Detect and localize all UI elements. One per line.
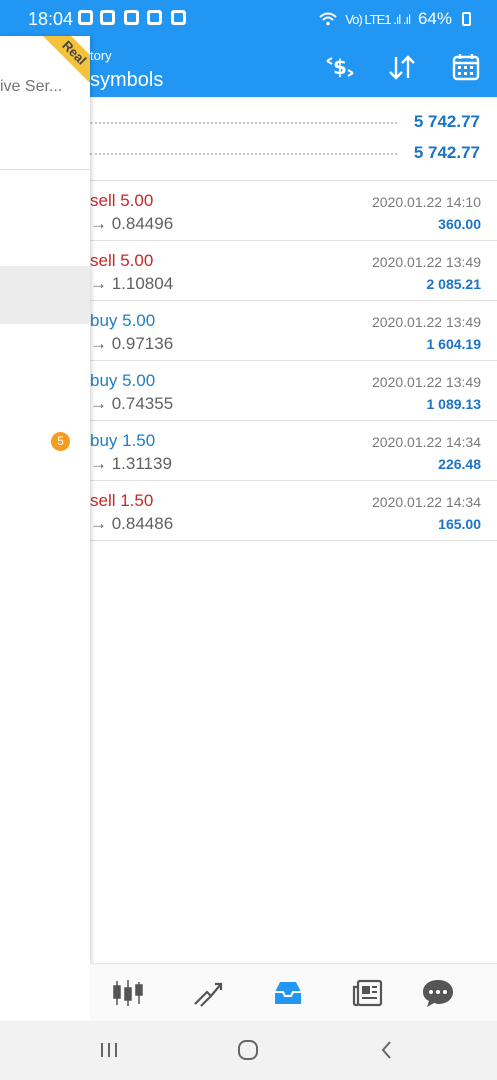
summary-row: 5 742.77: [90, 139, 487, 169]
home-icon[interactable]: [233, 1037, 263, 1063]
notification-icon: [78, 10, 93, 25]
deal-row[interactable]: buy 5.00 → 0.74355 2020.01.22 13:49 1 08…: [90, 361, 497, 421]
deal-row[interactable]: sell 5.00 → 0.84496 2020.01.22 14:10 360…: [90, 181, 497, 241]
deal-profit: 1 089.13: [426, 396, 482, 412]
deal-profit: 226.48: [438, 456, 481, 472]
deal-type: sell 5.00: [90, 251, 154, 270]
deal-price: → 1.31139: [90, 454, 172, 473]
svg-text:$: $: [333, 55, 347, 79]
deal-profit: 2 085.21: [426, 276, 482, 292]
deal-type: buy 5.00: [90, 311, 156, 330]
charts-icon[interactable]: [190, 976, 226, 1010]
history-inbox-icon[interactable]: [270, 976, 306, 1010]
navigation-drawer: ive Ser... Real 5: [0, 36, 90, 1021]
chat-icon[interactable]: [420, 976, 456, 1010]
system-navigation-bar: [0, 1021, 497, 1080]
deal-price: → 0.84496: [90, 214, 174, 233]
drawer-item-selected[interactable]: [0, 266, 90, 324]
news-icon[interactable]: [350, 976, 386, 1010]
battery-percent: 64%: [417, 9, 452, 28]
summary-value: 5 742.77: [413, 143, 480, 162]
toolbar-subtitle: tory: [90, 48, 112, 63]
dotted-leader: [90, 153, 397, 155]
deal-row[interactable]: buy 1.50 → 1.31139 2020.01.22 14:34 226.…: [90, 421, 497, 481]
deal-row[interactable]: sell 1.50 → 0.84486 2020.01.22 14:34 165…: [90, 481, 497, 541]
drawer-header[interactable]: ive Ser... Real: [0, 36, 90, 170]
deal-date: 2020.01.22 14:10: [372, 194, 481, 210]
status-bar: 18:04 Vo) LTE1 .ıl .ıl 64%: [0, 0, 497, 36]
quotes-icon[interactable]: [110, 976, 146, 1010]
battery-icon: [462, 12, 471, 26]
bottom-navigation: [90, 963, 497, 1021]
deal-date: 2020.01.22 14:34: [372, 494, 481, 510]
deal-price: → 0.74355: [90, 394, 174, 413]
deal-row[interactable]: buy 5.00 → 0.97136 2020.01.22 13:49 1 60…: [90, 301, 497, 361]
deal-date: 2020.01.22 13:49: [372, 314, 481, 330]
currency-exchange-icon[interactable]: $: [323, 50, 357, 84]
wifi-icon: [319, 12, 337, 26]
summary-value: 5 742.77: [413, 112, 480, 131]
notification-badge: 5: [51, 432, 70, 451]
summary-row: 5 742.77: [90, 108, 487, 138]
deal-row[interactable]: sell 5.00 → 1.10804 2020.01.22 13:49 2 0…: [90, 241, 497, 301]
deal-date: 2020.01.22 13:49: [372, 254, 481, 270]
deal-profit: 165.00: [438, 516, 481, 532]
deal-price: → 0.84486: [90, 514, 174, 533]
dotted-leader: [90, 122, 397, 124]
recent-apps-icon[interactable]: [94, 1037, 124, 1063]
deal-date: 2020.01.22 14:34: [372, 434, 481, 450]
deal-profit: 1 604.19: [426, 336, 482, 352]
sort-icon[interactable]: [385, 50, 419, 84]
deal-type: buy 5.00: [90, 371, 156, 390]
deal-type: sell 5.00: [90, 191, 154, 210]
image-notification-icon: [171, 10, 186, 25]
calendar-icon[interactable]: [449, 50, 483, 84]
deal-type: sell 1.50: [90, 491, 154, 510]
notification-icon: [100, 10, 115, 25]
server-name: ive Ser...: [0, 78, 63, 95]
notification-icon: [147, 10, 162, 25]
deal-price: → 1.10804: [90, 274, 174, 293]
toolbar-title[interactable]: symbols: [90, 69, 163, 92]
network-signal: Vo) LTE1 .ıl .ıl: [345, 11, 411, 27]
deal-type: buy 1.50: [90, 431, 156, 450]
deal-date: 2020.01.22 13:49: [372, 374, 481, 390]
deal-profit: 360.00: [438, 216, 481, 232]
back-icon[interactable]: [372, 1037, 402, 1063]
status-right: Vo) LTE1 .ıl .ıl 64%: [319, 9, 471, 29]
deal-price: → 0.97136: [90, 334, 174, 353]
status-time: 18:04: [28, 9, 74, 29]
notification-icon: [124, 10, 139, 25]
